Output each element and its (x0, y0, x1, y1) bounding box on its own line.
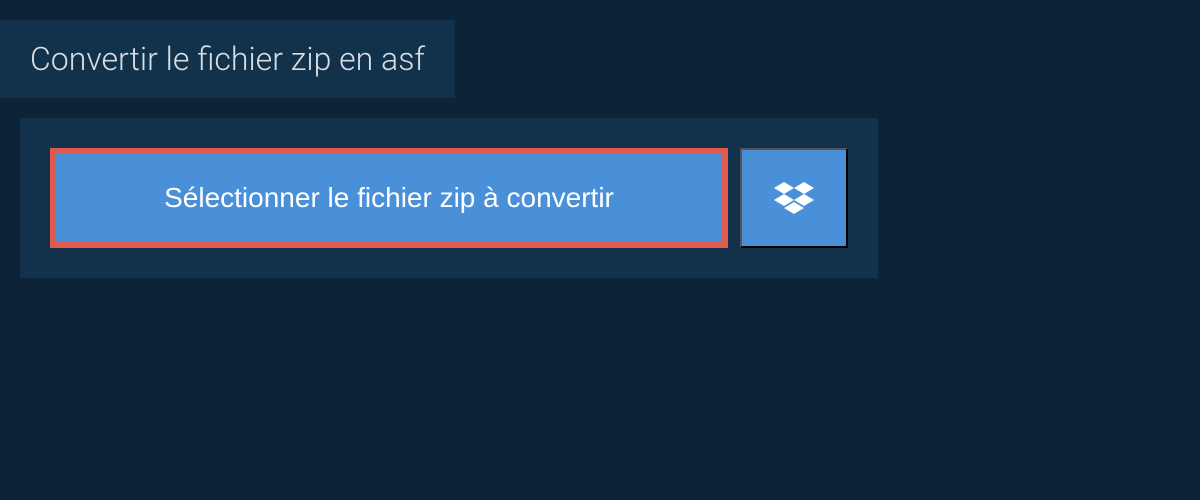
page-header: Convertir le fichier zip en asf (0, 20, 455, 98)
select-file-button[interactable]: Sélectionner le fichier zip à convertir (50, 148, 728, 248)
upload-panel: Sélectionner le fichier zip à convertir (20, 118, 878, 278)
dropbox-icon (774, 180, 814, 216)
dropbox-button[interactable] (740, 148, 848, 248)
button-row: Sélectionner le fichier zip à convertir (50, 148, 848, 248)
page-title: Convertir le fichier zip en asf (30, 40, 425, 78)
